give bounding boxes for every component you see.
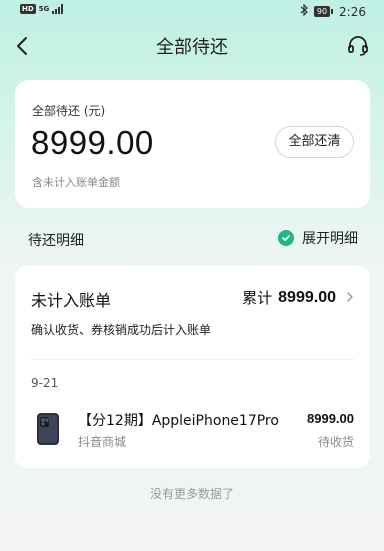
status-bar: HD 5G 90 2:26 xyxy=(0,0,384,24)
customer-service-button[interactable] xyxy=(346,34,370,58)
signal-icon xyxy=(52,4,64,14)
hd-badge: HD xyxy=(20,4,36,14)
order-amount: 8999.00 xyxy=(307,411,354,426)
summary-note: 含未计入账单金额 xyxy=(32,176,120,189)
bill-total[interactable]: 累计 8999.00 xyxy=(242,287,354,308)
battery-icon: 90 xyxy=(313,6,334,17)
nav-bar: 全部待还 xyxy=(0,28,384,64)
bill-type: 未计入账单 xyxy=(31,291,112,310)
bluetooth-icon xyxy=(300,3,308,19)
bill-description: 确认收货、券核销成功后计入账单 xyxy=(31,323,212,337)
battery-level: 90 xyxy=(313,6,331,17)
bill-total-label: 累计 xyxy=(242,289,273,307)
summary-amount: 8999.00 xyxy=(31,124,154,161)
check-circle-icon xyxy=(278,230,294,246)
divider xyxy=(31,359,354,360)
page-title: 全部待还 xyxy=(156,37,228,58)
expand-details-label: 展开明细 xyxy=(302,231,358,247)
expand-details-toggle[interactable]: 展开明细 xyxy=(278,228,358,248)
no-more-data-label: 没有更多数据了 xyxy=(149,487,234,501)
status-left: HD 5G xyxy=(20,4,64,14)
detail-header: 待还明细 展开明细 xyxy=(0,224,384,254)
detail-title: 待还明细 xyxy=(28,233,84,249)
summary-label: 全部待还 (元) xyxy=(32,104,106,118)
bill-total-amount: 8999.00 xyxy=(278,288,336,306)
headset-icon xyxy=(346,36,370,62)
bill-card: 未计入账单 累计 8999.00 确认收货、券核销成功后计入账单 9-21 【分… xyxy=(15,266,370,468)
chevron-right-icon xyxy=(346,288,354,307)
summary-card: 全部待还 (元) 8999.00 含未计入账单金额 全部还清 xyxy=(15,80,370,208)
product-thumbnail xyxy=(33,412,63,446)
network-label: 5G xyxy=(38,5,50,13)
order-row[interactable]: 【分12期】AppleiPhone17Pro 抖音商城 8999.00 待收货 xyxy=(15,400,370,450)
product-shop: 抖音商城 xyxy=(78,435,127,449)
order-status: 待收货 xyxy=(317,435,354,449)
bill-date: 9-21 xyxy=(31,376,59,390)
clock: 2:26 xyxy=(339,4,366,19)
pay-all-button[interactable]: 全部还清 xyxy=(275,126,354,158)
status-right: 90 2:26 xyxy=(300,3,366,19)
product-name: 【分12期】AppleiPhone17Pro xyxy=(78,413,279,429)
